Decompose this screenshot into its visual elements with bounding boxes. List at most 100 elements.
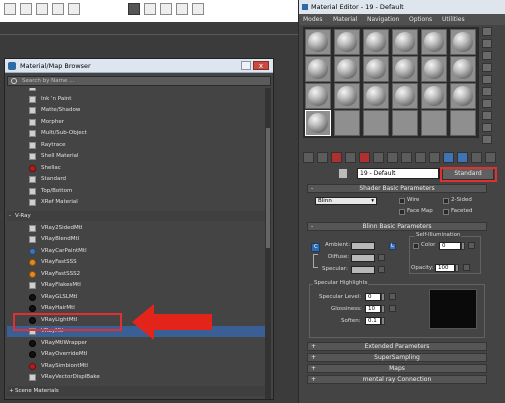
- slot-option-icon[interactable]: [482, 123, 492, 132]
- editor-tool-icon[interactable]: [471, 152, 482, 163]
- material-sample-slot[interactable]: [334, 110, 360, 136]
- menu-item-modes[interactable]: Modes: [303, 14, 322, 25]
- self-illum-color-checkbox[interactable]: [413, 243, 419, 249]
- toolbar-tool-icon[interactable]: [192, 3, 204, 15]
- browser-search-input[interactable]: Search by Name ...: [7, 76, 271, 86]
- editor-tool-icon[interactable]: [457, 152, 468, 163]
- material-sample-slot[interactable]: [421, 29, 447, 55]
- browser-title-bar[interactable]: Material/Map Browser x: [5, 59, 273, 73]
- glossiness-field[interactable]: 10: [365, 305, 381, 313]
- rollout-header[interactable]: + Maps: [307, 364, 487, 373]
- material-list-item[interactable]: VRayFastSSS: [7, 257, 265, 268]
- material-sample-slot[interactable]: [363, 56, 389, 82]
- opacity-map-button[interactable]: [463, 264, 470, 271]
- material-list-item[interactable]: VRayFastSSS2: [7, 269, 265, 280]
- material-sample-slot[interactable]: [392, 29, 418, 55]
- scene-materials-header[interactable]: + Scene Materials: [7, 385, 265, 396]
- material-sample-slot[interactable]: [392, 110, 418, 136]
- menu-item-navigation[interactable]: Navigation: [367, 14, 399, 25]
- face-map-checkbox[interactable]: [399, 209, 405, 215]
- browser-close-button[interactable]: x: [253, 61, 269, 70]
- material-list-item[interactable]: Double Sided: [7, 88, 265, 93]
- menu-item-material[interactable]: Material: [333, 14, 357, 25]
- material-list-item[interactable]: Top/Bottom: [7, 186, 265, 197]
- material-list-item[interactable]: Matte/Shadow: [7, 105, 265, 116]
- editor-tool-icon[interactable]: [373, 152, 384, 163]
- self-illum-color-field[interactable]: 0: [439, 242, 461, 250]
- slot-option-icon[interactable]: [482, 111, 492, 120]
- material-sample-slot[interactable]: [334, 56, 360, 82]
- material-name-field[interactable]: 19 - Default: [357, 168, 439, 179]
- material-sample-slot[interactable]: [363, 83, 389, 109]
- menu-item-options[interactable]: Options: [409, 14, 432, 25]
- editor-tool-icon[interactable]: [429, 152, 440, 163]
- rollout-header[interactable]: + SuperSampling: [307, 353, 487, 362]
- toolbar-tool-icon[interactable]: [68, 3, 80, 15]
- material-list-item[interactable]: Multi/Sub-Object: [7, 128, 265, 139]
- eyedropper-icon[interactable]: [339, 169, 347, 178]
- material-list-item[interactable]: VRaySimbiontMtl: [7, 361, 265, 372]
- browser-scrollbar[interactable]: [265, 88, 271, 399]
- rollout-header[interactable]: + mental ray Connection: [307, 375, 487, 384]
- material-sample-slot[interactable]: [392, 56, 418, 82]
- material-sample-slot[interactable]: [392, 83, 418, 109]
- material-list-item[interactable]: Shell Material: [7, 151, 265, 162]
- toolbar-tool-icon[interactable]: [4, 3, 16, 15]
- glossiness-map-button[interactable]: [389, 305, 396, 312]
- scrollbar-thumb[interactable]: [266, 128, 270, 248]
- material-list-item[interactable]: VRayOverrideMtl: [7, 349, 265, 360]
- material-sample-slot[interactable]: [305, 56, 331, 82]
- specular-level-field[interactable]: 0: [365, 293, 381, 301]
- specular-level-map-button[interactable]: [389, 293, 396, 300]
- material-list-item[interactable]: VRayVectorDisplBake: [7, 372, 265, 383]
- soften-field[interactable]: 0.1: [365, 317, 381, 325]
- faceted-checkbox[interactable]: [443, 209, 449, 215]
- shader-type-select[interactable]: Blinn ▾: [315, 197, 377, 205]
- material-sample-slot[interactable]: [305, 29, 331, 55]
- menu-item-utilities[interactable]: Utilities: [442, 14, 465, 25]
- slot-option-icon[interactable]: [482, 75, 492, 84]
- editor-title-bar[interactable]: Material Editor - 19 - Default: [299, 0, 505, 14]
- material-list-item[interactable]: Morpher: [7, 117, 265, 128]
- material-list-item[interactable]: XRef Material: [7, 197, 265, 208]
- slot-option-icon[interactable]: [482, 27, 492, 36]
- self-illum-color-spinner[interactable]: [461, 242, 465, 250]
- toolbar-tool-icon[interactable]: [176, 3, 188, 15]
- slot-option-icon[interactable]: [482, 99, 492, 108]
- material-list-item[interactable]: VRayBlendMtl: [7, 234, 265, 245]
- specular-color-swatch[interactable]: [351, 266, 375, 274]
- editor-tool-icon[interactable]: [387, 152, 398, 163]
- editor-tool-icon[interactable]: [331, 152, 342, 163]
- toolbar-tool-icon[interactable]: [52, 3, 64, 15]
- two-sided-checkbox[interactable]: [443, 198, 449, 204]
- lock-l-button[interactable]: L: [389, 243, 396, 250]
- toolbar-tool-icon[interactable]: [144, 3, 156, 15]
- material-list-item[interactable]: VRayCarPaintMtl: [7, 246, 265, 257]
- vray-section-header[interactable]: - V-Ray: [7, 210, 265, 221]
- opacity-spinner[interactable]: [455, 264, 459, 272]
- toolbar-tool-icon[interactable]: [20, 3, 32, 15]
- editor-tool-icon[interactable]: [317, 152, 328, 163]
- slot-option-icon[interactable]: [482, 39, 492, 48]
- glossiness-spinner[interactable]: [381, 305, 385, 313]
- material-list-item[interactable]: VRay2SidedMtl: [7, 223, 265, 234]
- material-list-item[interactable]: Shellac: [7, 163, 265, 174]
- material-list-item[interactable]: VRayGLSLMtl: [7, 292, 265, 303]
- browser-minimize-button[interactable]: [241, 61, 251, 70]
- toolbar-tool-icon[interactable]: [160, 3, 172, 15]
- material-list-item[interactable]: Standard: [7, 174, 265, 185]
- blinn-basic-header[interactable]: - Blinn Basic Parameters: [307, 222, 487, 231]
- editor-tool-icon[interactable]: [485, 152, 496, 163]
- soften-spinner[interactable]: [381, 317, 385, 325]
- shader-basic-header[interactable]: - Shader Basic Parameters: [307, 184, 487, 193]
- slot-option-icon[interactable]: [482, 87, 492, 96]
- diffuse-color-swatch[interactable]: [351, 254, 375, 262]
- material-list-item[interactable]: Ink 'n Paint: [7, 94, 265, 105]
- editor-tool-icon[interactable]: [303, 152, 314, 163]
- material-sample-slot[interactable]: [450, 83, 476, 109]
- toolbar-tool-icon[interactable]: [36, 3, 48, 15]
- opacity-field[interactable]: 100: [435, 264, 455, 272]
- editor-tool-icon[interactable]: [359, 152, 370, 163]
- slot-option-icon[interactable]: [482, 63, 492, 72]
- material-sample-slot[interactable]: [363, 110, 389, 136]
